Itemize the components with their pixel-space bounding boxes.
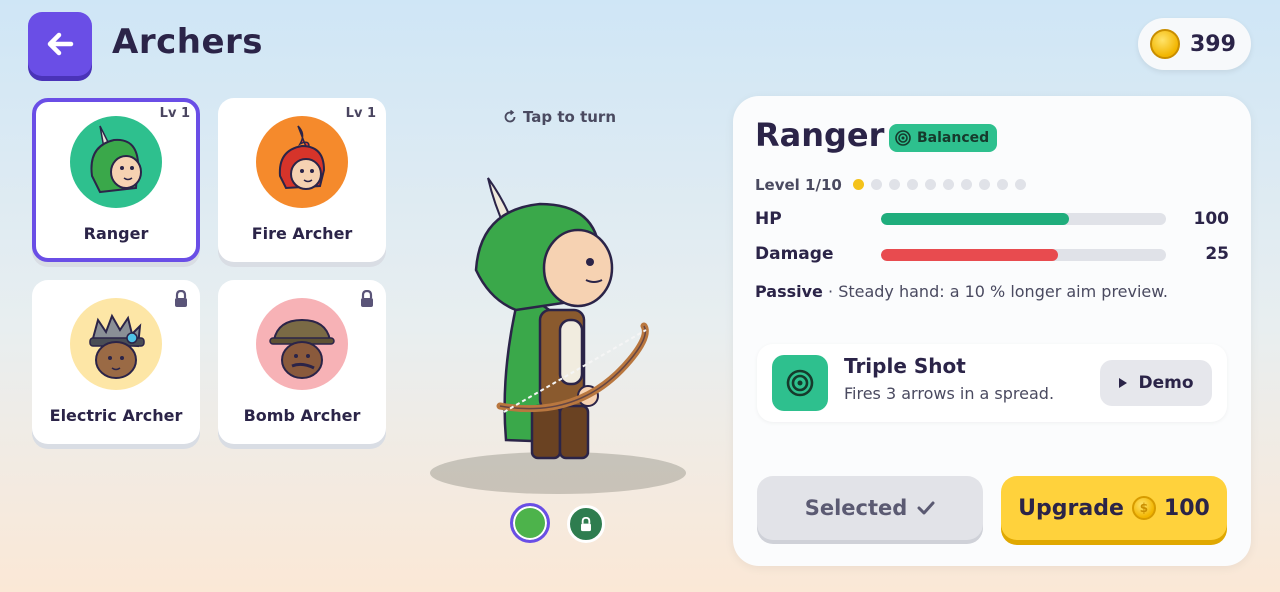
coin-icon xyxy=(1150,29,1180,59)
damage-value: 25 xyxy=(1205,244,1229,264)
damage-bar-fill xyxy=(881,249,1058,261)
level-text: Level 1/10 xyxy=(755,176,842,194)
hp-bar xyxy=(881,213,1166,225)
play-icon xyxy=(1119,378,1128,388)
skin-swatch-green[interactable] xyxy=(510,503,550,543)
passive-separator: · xyxy=(828,282,834,301)
skill-name: Triple Shot xyxy=(844,354,966,378)
level-dot xyxy=(853,179,864,190)
damage-bar xyxy=(881,249,1166,261)
tap-to-turn-hint[interactable]: Tap to turn xyxy=(503,108,616,126)
damage-label: Damage xyxy=(755,244,834,264)
archer-detail-name: Ranger xyxy=(755,116,885,154)
coin-balance: 399 xyxy=(1138,18,1251,70)
level-dot xyxy=(871,179,882,190)
role-badge: Balanced xyxy=(889,124,998,152)
passive-text: Passive · Steady hand: a 10 % longer aim… xyxy=(755,282,1168,301)
lock-icon xyxy=(174,289,188,312)
demo-button[interactable]: Demo xyxy=(1100,360,1212,406)
hp-bar-fill xyxy=(881,213,1070,225)
target-icon xyxy=(895,130,911,146)
archer-card-ranger[interactable]: Lv 1 Ranger xyxy=(32,98,200,262)
archer-card-fire-archer[interactable]: Lv 1 Fire Archer xyxy=(218,98,386,262)
archer-card-electric-archer[interactable]: Electric Archer xyxy=(32,280,200,444)
level-dot xyxy=(889,179,900,190)
skill-description: Fires 3 arrows in a spread. xyxy=(844,384,1055,403)
triple-shot-icon xyxy=(772,355,828,411)
level-dots xyxy=(853,179,1026,190)
level-dot xyxy=(943,179,954,190)
archer-name: Fire Archer xyxy=(251,224,353,243)
coin-count: 399 xyxy=(1190,31,1236,57)
archer-detail-panel: Ranger Balanced Level 1/10 HP 100 Damage… xyxy=(733,96,1251,566)
skill-card: Triple Shot Fires 3 arrows in a spread. … xyxy=(757,344,1227,422)
lock-icon xyxy=(581,516,591,531)
skin-swatch-locked[interactable] xyxy=(567,505,605,543)
level-dot xyxy=(925,179,936,190)
selected-label: Selected xyxy=(804,496,908,520)
tap-hint-label: Tap to turn xyxy=(523,108,617,126)
level-dot xyxy=(961,179,972,190)
archer-name: Ranger xyxy=(83,224,149,243)
hp-label: HP xyxy=(755,209,782,229)
demo-label: Demo xyxy=(1138,373,1194,393)
archer-card-bomb-archer[interactable]: Bomb Archer xyxy=(218,280,386,444)
level-dot xyxy=(907,179,918,190)
level-label: Lv 1 xyxy=(345,106,376,121)
archer-name: Electric Archer xyxy=(49,406,183,425)
selected-button[interactable]: Selected xyxy=(757,476,983,540)
bomb-archer-avatar xyxy=(256,298,348,390)
lock-icon xyxy=(360,289,374,312)
passive-description: Steady hand: a 10 % longer aim preview. xyxy=(838,282,1168,301)
level-dot xyxy=(997,179,1008,190)
back-button[interactable] xyxy=(28,12,92,76)
level-label: Lv 1 xyxy=(159,106,190,121)
level-dot xyxy=(1015,179,1026,190)
archer-name: Bomb Archer xyxy=(243,406,361,425)
level-dot xyxy=(979,179,990,190)
fire-archer-avatar xyxy=(256,116,348,208)
coin-icon: $ xyxy=(1131,496,1156,520)
upgrade-label: Upgrade xyxy=(1018,495,1124,521)
rotate-icon xyxy=(504,110,516,123)
hp-value: 100 xyxy=(1193,209,1230,229)
passive-label: Passive xyxy=(755,282,823,301)
upgrade-cost: 100 xyxy=(1163,495,1210,521)
page-title: Archers xyxy=(112,22,264,62)
upgrade-button[interactable]: Upgrade $ 100 xyxy=(1001,476,1227,540)
hero-preview[interactable] xyxy=(460,170,680,474)
arrow-left-icon xyxy=(47,32,74,56)
role-badge-label: Balanced xyxy=(917,130,990,146)
electric-archer-avatar xyxy=(70,298,162,390)
ranger-avatar xyxy=(70,116,162,208)
checkmark-icon xyxy=(917,501,935,515)
